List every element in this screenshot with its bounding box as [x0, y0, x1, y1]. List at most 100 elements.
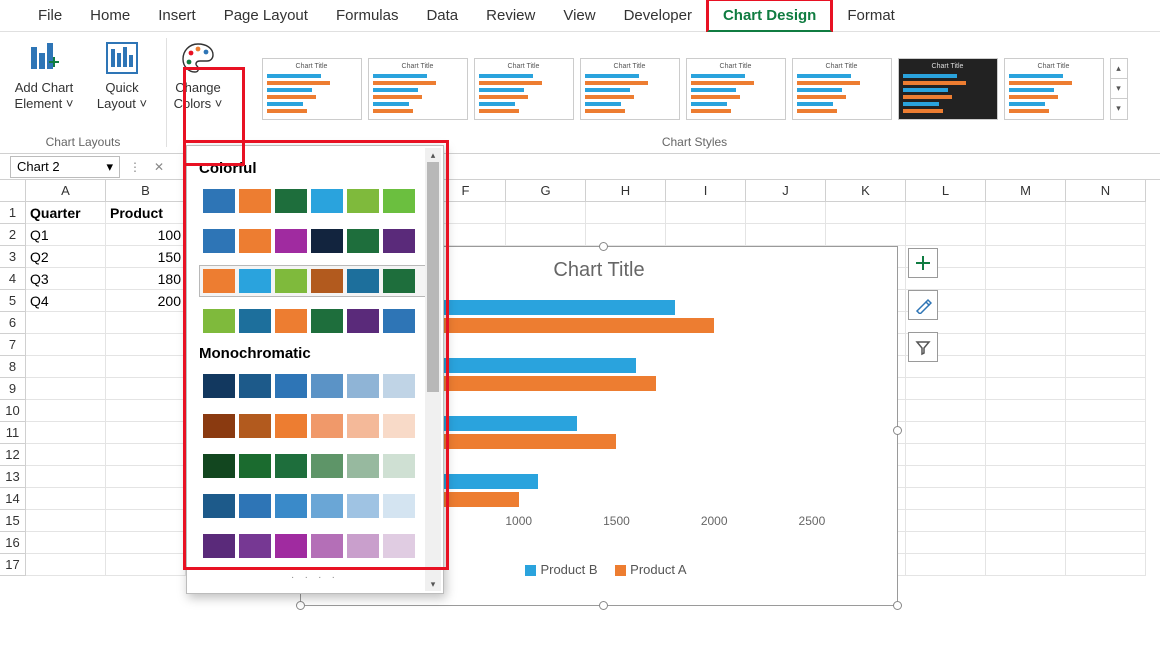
- cell[interactable]: [986, 312, 1066, 334]
- cell[interactable]: [586, 202, 666, 224]
- col-G[interactable]: G: [506, 180, 586, 202]
- row-header[interactable]: 4: [0, 268, 26, 290]
- cell[interactable]: [986, 246, 1066, 268]
- cell[interactable]: [1066, 554, 1146, 576]
- cell[interactable]: [986, 510, 1066, 532]
- cell[interactable]: [1066, 312, 1146, 334]
- cell[interactable]: [1066, 356, 1146, 378]
- cell[interactable]: [106, 378, 186, 400]
- cell[interactable]: [826, 202, 906, 224]
- cell[interactable]: [986, 400, 1066, 422]
- tab-page-layout[interactable]: Page Layout: [210, 1, 322, 30]
- cell[interactable]: [666, 224, 746, 246]
- cell[interactable]: [666, 202, 746, 224]
- cell[interactable]: [906, 510, 986, 532]
- row-header[interactable]: 3: [0, 246, 26, 268]
- cell[interactable]: [986, 202, 1066, 224]
- cell[interactable]: [906, 400, 986, 422]
- col-I[interactable]: I: [666, 180, 746, 202]
- cell[interactable]: [106, 466, 186, 488]
- cell[interactable]: Q1: [26, 224, 106, 246]
- tab-chart-design[interactable]: Chart Design: [706, 0, 833, 33]
- row-header[interactable]: 10: [0, 400, 26, 422]
- bar[interactable]: [421, 300, 675, 315]
- bar-group[interactable]: [421, 300, 714, 340]
- scroll-up-arrow-icon[interactable]: ▴: [425, 148, 441, 162]
- quick-layout-button[interactable]: Quick Layout ˅: [86, 36, 158, 115]
- cell[interactable]: [26, 422, 106, 444]
- palette-colorful-4[interactable]: [199, 305, 431, 337]
- col-N[interactable]: N: [1066, 180, 1146, 202]
- cell[interactable]: [1066, 378, 1146, 400]
- cell[interactable]: [1066, 246, 1146, 268]
- row-header[interactable]: 15: [0, 510, 26, 532]
- cell[interactable]: [746, 202, 826, 224]
- scroll-more-icon[interactable]: ▾: [1111, 99, 1127, 118]
- cell[interactable]: [26, 532, 106, 554]
- col-K[interactable]: K: [826, 180, 906, 202]
- tab-home[interactable]: Home: [76, 1, 144, 30]
- cell[interactable]: [506, 202, 586, 224]
- cell[interactable]: [26, 466, 106, 488]
- chart-style-6[interactable]: Chart Title: [792, 58, 892, 120]
- row-header[interactable]: 2: [0, 224, 26, 246]
- palette-mono-2[interactable]: [199, 410, 431, 442]
- bar[interactable]: [421, 376, 656, 391]
- palette-mono-1[interactable]: [199, 370, 431, 402]
- cell[interactable]: [1066, 466, 1146, 488]
- cell[interactable]: [106, 334, 186, 356]
- chevron-down-icon[interactable]: ▾: [106, 159, 113, 175]
- cell[interactable]: [586, 224, 666, 246]
- cell[interactable]: [26, 378, 106, 400]
- cell[interactable]: 200: [106, 290, 186, 312]
- cell[interactable]: [1066, 268, 1146, 290]
- row-header[interactable]: 1: [0, 202, 26, 224]
- row-header[interactable]: 12: [0, 444, 26, 466]
- cell[interactable]: [106, 400, 186, 422]
- row-header[interactable]: 14: [0, 488, 26, 510]
- cell[interactable]: [1066, 334, 1146, 356]
- chart-styles-button[interactable]: [908, 290, 938, 320]
- tab-file[interactable]: File: [24, 1, 76, 30]
- cell[interactable]: [26, 400, 106, 422]
- col-B[interactable]: B: [106, 180, 186, 202]
- palette-colorful-1[interactable]: [199, 185, 431, 217]
- scroll-down-icon[interactable]: ▾: [1111, 79, 1127, 99]
- cell[interactable]: [1066, 202, 1146, 224]
- row-header[interactable]: 7: [0, 334, 26, 356]
- chart-style-1[interactable]: Chart Title: [262, 58, 362, 120]
- row-header[interactable]: 5: [0, 290, 26, 312]
- cell[interactable]: [986, 554, 1066, 576]
- cell[interactable]: [26, 444, 106, 466]
- row-header[interactable]: 11: [0, 422, 26, 444]
- cell[interactable]: [26, 312, 106, 334]
- cell[interactable]: [906, 554, 986, 576]
- cell[interactable]: [26, 488, 106, 510]
- cell[interactable]: [106, 532, 186, 554]
- cell[interactable]: [106, 422, 186, 444]
- chart-style-2[interactable]: Chart Title: [368, 58, 468, 120]
- col-J[interactable]: J: [746, 180, 826, 202]
- cell[interactable]: [106, 554, 186, 576]
- palette-colorful-3[interactable]: [199, 265, 431, 297]
- cell[interactable]: [1066, 400, 1146, 422]
- tab-formulas[interactable]: Formulas: [322, 1, 413, 30]
- cell[interactable]: Q3: [26, 268, 106, 290]
- palette-mono-4[interactable]: [199, 490, 431, 522]
- chart-style-7[interactable]: Chart Title: [898, 58, 998, 120]
- chart-styles-scroll[interactable]: ▴▾▾: [1110, 58, 1128, 120]
- cell[interactable]: [986, 268, 1066, 290]
- cell[interactable]: [106, 444, 186, 466]
- row-header[interactable]: 8: [0, 356, 26, 378]
- cell[interactable]: [986, 466, 1066, 488]
- cell[interactable]: [906, 224, 986, 246]
- cell[interactable]: [26, 554, 106, 576]
- cell[interactable]: [1066, 444, 1146, 466]
- cell[interactable]: [506, 224, 586, 246]
- bar[interactable]: [421, 416, 577, 431]
- palette-mono-3[interactable]: [199, 450, 431, 482]
- cell[interactable]: [106, 488, 186, 510]
- tab-data[interactable]: Data: [412, 1, 472, 30]
- cell[interactable]: [986, 532, 1066, 554]
- col-A[interactable]: A: [26, 180, 106, 202]
